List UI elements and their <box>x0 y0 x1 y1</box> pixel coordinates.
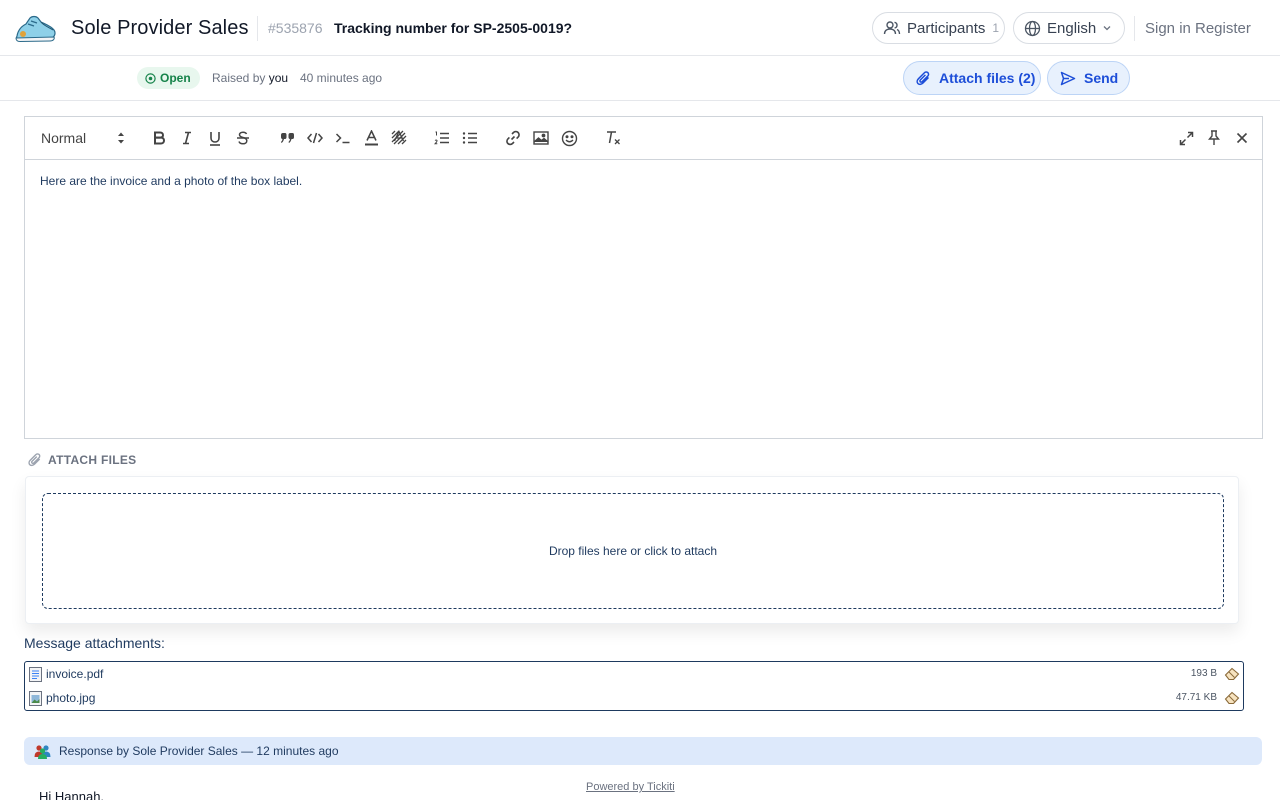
ordered-list-icon[interactable] <box>432 128 452 148</box>
clear-formatting-icon[interactable] <box>603 128 623 148</box>
underline-icon[interactable] <box>205 128 225 148</box>
response-title: Response by Sole Provider Sales — 12 min… <box>59 744 339 758</box>
attach-files-label: Attach files (2) <box>939 70 1036 86</box>
attachments-label: Message attachments: <box>24 635 165 651</box>
attach-files-heading-label: ATTACH FILES <box>48 452 137 467</box>
raised-by-prefix: Raised by <box>212 71 266 85</box>
italic-icon[interactable] <box>177 128 197 148</box>
pdf-file-icon <box>29 667 42 682</box>
team-users-icon <box>34 744 51 759</box>
text-color-icon[interactable] <box>361 128 381 148</box>
code-icon[interactable] <box>305 128 325 148</box>
blockquote-icon[interactable] <box>277 128 297 148</box>
globe-icon <box>1024 20 1041 37</box>
select-arrows-icon <box>117 131 125 145</box>
participants-count: 1 <box>992 21 1000 35</box>
raised-by: Raised by you <box>212 71 288 85</box>
top-header: Sole Provider Sales #535876 Tracking num… <box>0 0 1280 56</box>
language-select[interactable]: English <box>1013 12 1125 44</box>
participants-label: Participants <box>907 19 986 37</box>
attach-card: Drop files here or click to attach <box>25 476 1239 624</box>
powered-by-link[interactable]: Powered by Tickiti <box>586 781 675 793</box>
attachment-size: 47.71 KB <box>1175 692 1217 703</box>
send-button[interactable]: Send <box>1047 61 1130 95</box>
ticket-id: #535876 <box>268 20 323 36</box>
ticket-subheader: Open Raised by you 40 minutes ago Attach… <box>0 56 1280 101</box>
attach-files-heading: ATTACH FILES <box>28 452 136 467</box>
emoji-icon[interactable] <box>559 128 579 148</box>
eraser-icon[interactable] <box>1224 666 1240 681</box>
register-link[interactable]: Register <box>1195 20 1251 37</box>
raised-by-user: you <box>268 71 289 85</box>
chevron-down-icon <box>1102 23 1112 33</box>
bullet-list-icon[interactable] <box>460 128 480 148</box>
send-icon <box>1060 71 1076 86</box>
fullscreen-icon[interactable] <box>1176 128 1196 148</box>
dropzone-label: Drop files here or click to attach <box>548 544 718 558</box>
participants-button[interactable]: Participants 1 <box>872 12 1005 44</box>
header-divider <box>257 16 258 41</box>
users-icon <box>883 19 901 37</box>
auth-divider <box>1134 16 1135 41</box>
pin-icon[interactable] <box>1204 128 1224 148</box>
image-file-icon <box>29 691 42 706</box>
attachment-size: 193 B <box>1190 668 1217 679</box>
close-icon[interactable] <box>1232 128 1252 148</box>
bold-icon[interactable] <box>149 128 169 148</box>
eraser-icon[interactable] <box>1224 690 1240 705</box>
code-block-icon[interactable] <box>333 128 353 148</box>
sign-in-link[interactable]: Sign in <box>1145 20 1191 37</box>
raised-time: 40 minutes ago <box>300 71 383 85</box>
attachment-item[interactable]: invoice.pdf 193 B <box>25 662 1243 686</box>
attachment-item[interactable]: photo.jpg 47.71 KB <box>25 686 1243 710</box>
editor-toolbar: Normal <box>25 117 1262 160</box>
attachment-name[interactable]: invoice.pdf <box>46 667 103 681</box>
attach-files-button[interactable]: Attach files (2) <box>903 61 1041 95</box>
status-label: Open <box>160 71 191 85</box>
format-select-value: Normal <box>41 130 87 146</box>
attachment-name[interactable]: photo.jpg <box>46 691 95 705</box>
ticket-title: Tracking number for SP-2505-0019? <box>334 20 573 36</box>
response-header[interactable]: Response by Sole Provider Sales — 12 min… <box>24 737 1262 765</box>
editor-content[interactable]: Here are the invoice and a photo of the … <box>40 174 302 188</box>
message-editor[interactable]: Normal Here are the invoice and a photo … <box>24 116 1263 439</box>
status-clock-icon <box>145 72 156 84</box>
response-greeting: Hi Hannah, <box>39 789 105 800</box>
strikethrough-icon[interactable] <box>233 128 253 148</box>
brand-name[interactable]: Sole Provider Sales <box>71 17 249 40</box>
link-icon[interactable] <box>503 128 523 148</box>
image-icon[interactable] <box>531 128 551 148</box>
background-color-icon[interactable] <box>389 128 409 148</box>
status-badge: Open <box>137 67 200 89</box>
language-label: English <box>1047 19 1097 37</box>
paperclip-icon <box>28 452 42 467</box>
sneaker-logo-icon[interactable] <box>14 12 58 44</box>
file-dropzone[interactable]: Drop files here or click to attach <box>42 493 1224 609</box>
format-select[interactable]: Normal <box>41 128 129 148</box>
send-label: Send <box>1084 70 1119 86</box>
paperclip-icon <box>916 70 931 86</box>
attachments-list: invoice.pdf 193 B photo.jpg 47.71 KB <box>24 661 1244 711</box>
